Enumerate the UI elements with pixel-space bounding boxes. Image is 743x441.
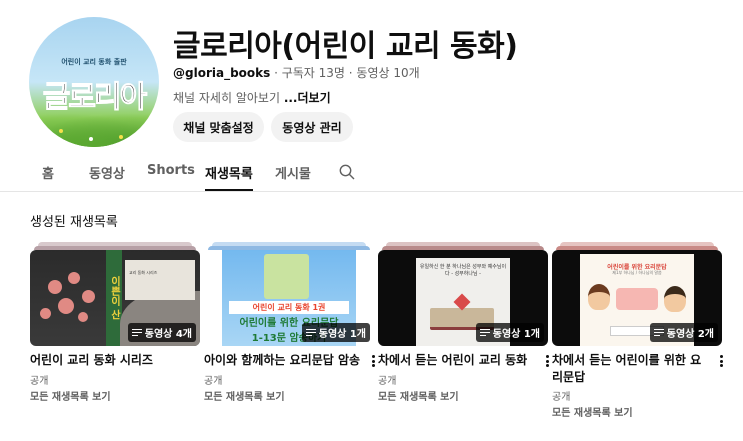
more-actions-icon[interactable] [542,353,552,369]
playlist-icon [305,328,316,337]
more-actions-icon[interactable] [368,353,378,369]
thumb-speech-bubble [616,288,658,310]
tab-playlists[interactable]: 재생목록 [205,163,253,182]
badge-text: 동영상 1개 [318,329,366,340]
subscriber-count: · 구독자 13명 [270,66,345,80]
more-actions-icon[interactable] [716,353,726,369]
tab-home[interactable]: 홈 [42,163,54,182]
thumb-book-cover [264,254,309,299]
playlist-title[interactable]: 차에서 듣는 어린이 교리 동화 [378,352,538,369]
more-link[interactable]: ...더보기 [284,91,331,105]
tab-posts[interactable]: 게시물 [275,163,311,182]
video-count-badge: 동영상 2개 [649,323,718,342]
view-full-playlist-link[interactable]: 모든 재생목록 보기 [204,388,285,403]
thumb-line-1: 어린이 교리 동화 1권 [229,301,349,314]
badge-text: 동영상 1개 [492,329,540,340]
video-count: · 동영상 10개 [344,66,420,80]
search-icon[interactable] [339,164,355,180]
thumb-decoration [58,298,74,314]
playlist-thumbnail[interactable]: 어린이를 위한 요리문답 제1부 하나님 / 하나님의 말씀 동영상 2개 [552,250,722,346]
tab-videos[interactable]: 동영상 [89,163,125,182]
playlist-thumbnail[interactable]: 이쁜이 산 교리 동화 시리즈 동영상 4개 [30,250,200,346]
thumb-child-figure [588,284,610,310]
playlist-thumbnail[interactable]: 어린이 교리 동화 1권 어린이를 위한 요리문답 1-13문 암송하기 동영상… [204,250,374,346]
avatar-grass [29,113,159,147]
tab-shorts[interactable]: Shorts [147,163,195,178]
section-title: 생성된 재생목록 [30,215,118,230]
thumb-decoration [82,290,95,303]
badge-text: 동영상 2개 [666,329,714,340]
avatar-flower [59,129,63,133]
description-text: 채널 자세히 알아보기 [173,91,284,105]
channel-meta: @gloria_books · 구독자 13명 · 동영상 10개 [173,64,420,81]
thumb-text: 유일하신 한 분 하나님은 성부와 예수님이다 - 성부하나님 - [419,264,507,277]
thumb-adult-figure [664,286,686,312]
channel-avatar[interactable]: 어린이 교리 동화 출판 글로리아 [29,17,159,147]
active-tab-indicator [205,189,253,191]
avatar-subtitle: 어린이 교리 동화 출판 [61,58,127,66]
thumb-decoration [40,308,51,319]
avatar-flower [89,137,93,141]
playlist-icon [479,328,490,337]
view-full-playlist-link[interactable]: 모든 재생목록 보기 [30,388,111,403]
thumb-decoration [68,272,80,284]
channel-handle: @gloria_books [173,66,271,80]
playlist-title[interactable]: 아이와 함께하는 요리문답 암송 [204,352,364,369]
playlist-visibility: 공개 [378,376,397,387]
playlist-visibility: 공개 [552,392,571,403]
channel-tabs: 홈 동영상 Shorts 재생목록 게시물 [0,152,743,192]
playlist-icon [131,328,142,337]
playlist-visibility: 공개 [30,376,49,387]
channel-description[interactable]: 채널 자세히 알아보기 ...더보기 [173,89,331,106]
view-full-playlist-link[interactable]: 모든 재생목록 보기 [552,404,633,419]
manage-videos-button[interactable]: 동영상 관리 [271,112,353,142]
video-count-badge: 동영상 1개 [301,323,370,342]
thumb-decoration [78,312,88,322]
playlist-thumbnail[interactable]: 유일하신 한 분 하나님은 성부와 예수님이다 - 성부하나님 - 동영상 1개 [378,250,548,346]
video-count-badge: 동영상 1개 [475,323,544,342]
thumb-panel: 교리 동화 시리즈 [125,260,195,300]
avatar-logo: 글로리아 [42,80,147,116]
channel-title: 글로리아(어린이 교리 동화) [173,29,518,64]
view-full-playlist-link[interactable]: 모든 재생목록 보기 [378,388,459,403]
customize-channel-button[interactable]: 채널 맞춤설정 [173,112,264,142]
thumb-subheading: 제1부 하나님 / 하나님의 말씀 [612,270,662,275]
thumb-decoration [48,280,62,294]
playlist-visibility: 공개 [204,376,223,387]
avatar-flower [119,135,123,139]
badge-text: 동영상 4개 [144,329,192,340]
video-count-badge: 동영상 4개 [127,323,196,342]
playlist-title[interactable]: 차에서 듣는 어린이를 위한 요리문답 [552,352,712,386]
playlist-icon [653,328,664,337]
playlist-title[interactable]: 어린이 교리 동화 시리즈 [30,352,190,369]
